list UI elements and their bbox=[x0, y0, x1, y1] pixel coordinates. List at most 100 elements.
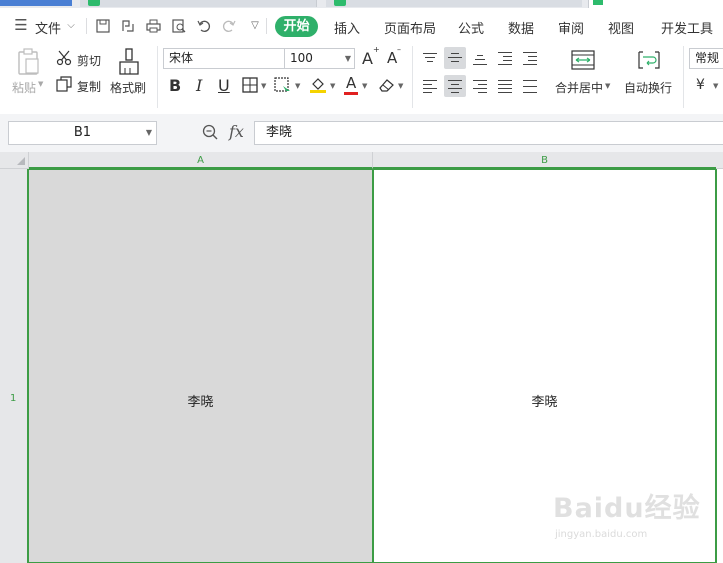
window-tab-home[interactable] bbox=[0, 0, 72, 6]
insert-function-button[interactable]: fx bbox=[229, 122, 244, 141]
baidu-jingyan-watermark: Baidu经验 jingyan.baidu.com bbox=[553, 486, 723, 546]
scissors-icon bbox=[56, 50, 72, 66]
decrease-font-size-button[interactable]: A bbox=[387, 49, 397, 67]
tab-page-layout[interactable]: 页面布局 bbox=[384, 18, 436, 37]
zoom-function-icon[interactable] bbox=[202, 124, 218, 144]
customize-toolbar-icon[interactable]: ▽ bbox=[248, 19, 262, 33]
column-header-c[interactable] bbox=[716, 152, 723, 169]
hamburger-menu-icon[interactable]: ☰ bbox=[14, 18, 28, 33]
borders-icon[interactable] bbox=[242, 77, 258, 93]
select-all-icon bbox=[17, 157, 25, 165]
eraser-icon[interactable] bbox=[378, 77, 396, 93]
copy-icon bbox=[56, 76, 72, 92]
row-header-1[interactable]: 1 bbox=[0, 169, 29, 563]
paste-button[interactable]: 粘贴 bbox=[12, 79, 36, 96]
tab-data[interactable]: 数据 bbox=[508, 18, 534, 37]
sheet-file-icon bbox=[334, 0, 346, 6]
chevron-down-icon[interactable]: ▼ bbox=[38, 80, 43, 88]
window-tab-document-1[interactable] bbox=[80, 0, 317, 7]
cell-b1-value: 李晓 bbox=[531, 395, 558, 410]
tab-home[interactable]: 开始 bbox=[275, 16, 318, 37]
chevron-down-icon[interactable]: ▼ bbox=[398, 82, 403, 90]
align-bottom-icon[interactable] bbox=[469, 47, 491, 69]
tab-view[interactable]: 视图 bbox=[608, 18, 634, 37]
cell-style-icon[interactable] bbox=[274, 77, 292, 93]
formula-input[interactable]: 李晓 bbox=[254, 121, 723, 145]
underline-button[interactable]: U bbox=[218, 76, 230, 95]
file-menu[interactable]: 文件 bbox=[35, 18, 61, 37]
tab-formulas[interactable]: 公式 bbox=[458, 18, 484, 37]
column-header-b[interactable]: B bbox=[373, 152, 716, 169]
print-preview-icon[interactable] bbox=[172, 19, 186, 33]
copy-button[interactable]: 复制 bbox=[77, 78, 101, 95]
font-size-select[interactable]: 100 ▼ bbox=[284, 48, 355, 69]
chevron-down-icon[interactable]: ▼ bbox=[713, 82, 718, 90]
decrease-indent-icon[interactable] bbox=[494, 47, 516, 69]
currency-format-button[interactable]: ¥ bbox=[696, 77, 705, 93]
merge-center-icon[interactable] bbox=[570, 50, 596, 72]
cell-a1[interactable]: 李晓 bbox=[29, 169, 373, 563]
fill-color-icon[interactable] bbox=[309, 76, 327, 94]
increase-indent-icon[interactable] bbox=[519, 47, 541, 69]
format-painter-button[interactable]: 格式刷 bbox=[110, 79, 146, 96]
arrow-up-icon: + bbox=[373, 45, 380, 54]
font-name-select[interactable]: 宋体 bbox=[163, 48, 285, 69]
name-box[interactable]: B1 ▼ bbox=[8, 121, 157, 145]
window-tab-document-active[interactable] bbox=[588, 0, 723, 8]
align-right-icon[interactable] bbox=[469, 75, 491, 97]
format-painter-icon[interactable] bbox=[116, 48, 142, 76]
window-tab-document-2[interactable] bbox=[326, 0, 582, 7]
divider bbox=[683, 46, 684, 108]
divider bbox=[86, 18, 87, 34]
justify-icon[interactable] bbox=[494, 75, 516, 97]
redo-icon[interactable] bbox=[222, 19, 236, 33]
export-pdf-icon[interactable] bbox=[121, 19, 135, 33]
paste-icon[interactable] bbox=[16, 48, 42, 76]
chevron-down-icon[interactable]: ▼ bbox=[261, 82, 266, 90]
wrap-text-icon[interactable] bbox=[636, 50, 662, 72]
chevron-down-icon[interactable]: ▼ bbox=[362, 82, 367, 90]
wrap-text-button[interactable]: 自动换行 bbox=[624, 79, 672, 96]
align-left-icon[interactable] bbox=[419, 75, 441, 97]
sheet-file-icon bbox=[88, 0, 100, 6]
font-color-button[interactable]: A bbox=[346, 74, 356, 92]
row-number: 1 bbox=[10, 393, 17, 404]
number-format-select[interactable]: 常规 bbox=[689, 48, 723, 69]
align-center-icon[interactable] bbox=[444, 75, 466, 97]
cut-button[interactable]: 剪切 bbox=[77, 52, 101, 69]
font-name-value: 宋体 bbox=[169, 51, 194, 65]
formula-input-value: 李晓 bbox=[266, 125, 293, 140]
chevron-down-icon[interactable]: ▼ bbox=[146, 122, 152, 144]
distributed-align-icon[interactable] bbox=[519, 75, 541, 97]
tab-insert[interactable]: 插入 bbox=[334, 18, 360, 37]
menu-bar: ☰ 文件 ⌵ ▽ 开始 插入 页面布局 公式 数据 审阅 视图 开发工具 bbox=[0, 8, 723, 42]
align-top-icon[interactable] bbox=[419, 47, 441, 69]
chevron-down-icon[interactable]: ▼ bbox=[605, 82, 610, 90]
save-icon[interactable] bbox=[96, 19, 110, 33]
print-icon[interactable] bbox=[146, 19, 161, 33]
merge-center-button[interactable]: 合并居中 bbox=[555, 79, 603, 96]
divider bbox=[412, 46, 413, 108]
align-middle-icon[interactable] bbox=[444, 47, 466, 69]
chevron-down-icon[interactable]: ⌵ bbox=[64, 19, 78, 33]
divider bbox=[157, 46, 158, 108]
select-all-corner[interactable] bbox=[0, 152, 29, 169]
tab-review[interactable]: 审阅 bbox=[558, 18, 584, 37]
increase-font-size-button[interactable]: A bbox=[362, 49, 373, 68]
watermark-url: jingyan.baidu.com bbox=[555, 529, 648, 540]
tab-developer[interactable]: 开发工具 bbox=[661, 18, 713, 37]
cell-a1-value: 李晓 bbox=[187, 395, 214, 410]
font-size-value: 100 bbox=[290, 51, 313, 65]
chevron-down-icon[interactable]: ▼ bbox=[330, 82, 335, 90]
italic-button[interactable]: I bbox=[196, 76, 202, 95]
arrow-down-icon: – bbox=[397, 45, 401, 54]
undo-icon[interactable] bbox=[197, 19, 211, 33]
divider bbox=[266, 18, 267, 34]
chevron-down-icon[interactable]: ▼ bbox=[295, 82, 300, 90]
ribbon: 粘贴 ▼ 剪切 复制 格式刷 宋体 100 ▼ A + A – B I U ▼ … bbox=[0, 42, 723, 115]
name-box-value: B1 bbox=[73, 125, 92, 140]
bold-button[interactable]: B bbox=[169, 76, 181, 95]
font-color-swatch bbox=[344, 92, 358, 95]
chevron-down-icon[interactable]: ▼ bbox=[345, 49, 351, 68]
column-header-a[interactable]: A bbox=[29, 152, 373, 169]
